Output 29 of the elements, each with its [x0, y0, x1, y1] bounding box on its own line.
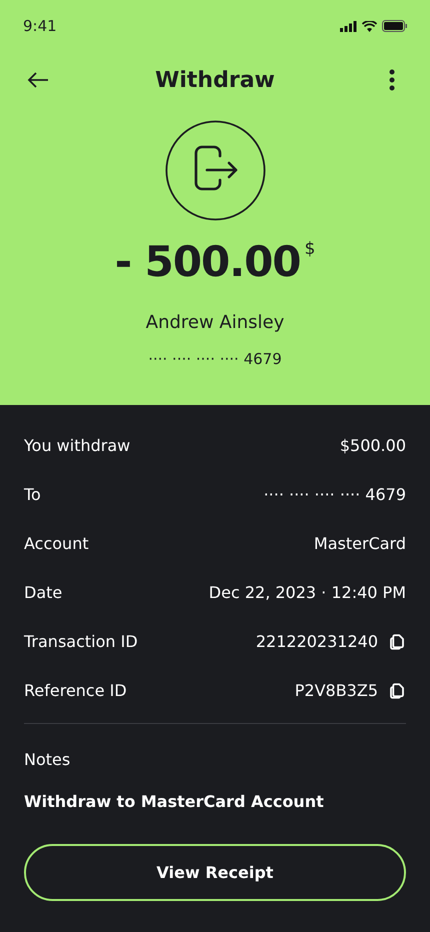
- signal-icon: [340, 20, 357, 32]
- detail-label: You withdraw: [24, 434, 130, 456]
- view-receipt-button[interactable]: View Receipt: [24, 844, 406, 901]
- notes-label: Notes: [24, 749, 72, 771]
- detail-label: To: [24, 484, 41, 506]
- detail-label: Date: [24, 582, 62, 604]
- notes-text: Withdraw to MasterCard Account: [24, 791, 325, 813]
- detail-value: Dec 22, 2023 · 12:40 PM: [208, 582, 406, 604]
- status-time: 9:41: [23, 16, 57, 37]
- exit-icon: [164, 120, 266, 221]
- copy-icon[interactable]: [388, 682, 406, 700]
- card-number: ···· ···· ···· ···· 4679: [148, 349, 282, 370]
- detail-value: MasterCard: [314, 532, 406, 554]
- detail-label: Reference ID: [24, 680, 127, 702]
- battery-icon: [382, 20, 407, 32]
- currency-symbol: $: [304, 238, 316, 261]
- copy-icon[interactable]: [388, 632, 406, 650]
- detail-value: ···· ···· ···· ···· 4679: [264, 484, 406, 506]
- detail-value: $500.00: [340, 434, 406, 456]
- detail-value: 221220231240: [256, 630, 378, 652]
- page-title: Withdraw: [155, 66, 275, 94]
- detail-value: P2V8B3Z5: [294, 680, 378, 702]
- detail-label: Account: [24, 532, 89, 554]
- back-arrow-icon: [27, 72, 49, 88]
- wifi-icon: [362, 20, 377, 32]
- more-icon: [388, 69, 395, 91]
- amount-text: - 500.00: [114, 241, 300, 283]
- detail-label: Transaction ID: [24, 630, 138, 652]
- recipient-name: Andrew Ainsley: [146, 311, 284, 335]
